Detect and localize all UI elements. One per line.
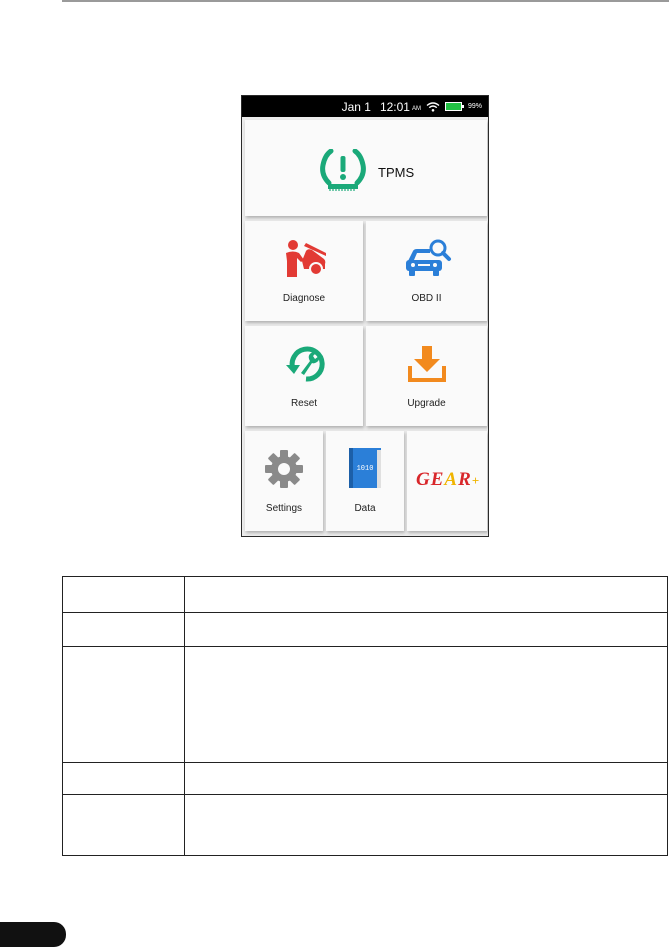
tire-pressure-warning-icon: [320, 149, 366, 191]
status-bar: Jan 1 12:01 AM 99%: [242, 96, 488, 117]
obd-label: OBD II: [411, 293, 442, 304]
table-cell: [62, 576, 185, 613]
table-cell: [184, 762, 668, 795]
settings-tile[interactable]: Settings: [245, 431, 323, 531]
table-cell: [184, 794, 668, 856]
table-row: [62, 646, 668, 763]
table-row: [62, 612, 668, 647]
reset-label: Reset: [290, 398, 318, 409]
gear-plus-tile[interactable]: GEAR+: [407, 431, 487, 531]
reset-tile[interactable]: Reset: [245, 326, 363, 426]
battery-icon: [444, 102, 464, 111]
upgrade-label: Upgrade: [407, 398, 446, 409]
reset-wrench-icon: [286, 346, 325, 382]
gear-plus-logo: GEAR+: [416, 469, 481, 490]
data-book-icon: 1010: [349, 448, 381, 488]
tpms-tile[interactable]: TPMS: [245, 120, 487, 216]
data-tile[interactable]: 1010 Data: [326, 431, 404, 531]
page-number-tab: [0, 922, 66, 947]
description-table: [62, 576, 668, 856]
settings-label: Settings: [265, 503, 303, 514]
top-rule: [62, 0, 669, 2]
table-cell: [62, 646, 185, 763]
diagnose-tile[interactable]: Diagnose: [245, 221, 363, 321]
upgrade-tile[interactable]: Upgrade: [366, 326, 487, 426]
status-time: 12:01: [379, 99, 410, 114]
tpms-label: TPMS: [378, 165, 415, 180]
table-row: [62, 794, 668, 856]
table-row: [62, 576, 668, 613]
wifi-icon: [426, 101, 440, 112]
table-cell: [62, 762, 185, 795]
car-search-icon: [406, 239, 451, 276]
table-cell: [184, 576, 668, 613]
table-cell: [184, 612, 668, 647]
status-date: Jan 1: [341, 99, 371, 114]
status-ampm: AM: [411, 105, 421, 112]
table-cell: [184, 646, 668, 763]
gear-icon: [265, 450, 303, 488]
data-label: Data: [354, 503, 376, 514]
table-cell: [62, 794, 185, 856]
device-screen: Jan 1 12:01 AM 99% TPMS Diagnose OBD II …: [241, 95, 489, 537]
mechanic-car-icon: [286, 240, 326, 277]
svg-text:1010: 1010: [357, 465, 374, 473]
download-icon: [408, 346, 446, 382]
obd-tile[interactable]: OBD II: [366, 221, 487, 321]
table-cell: [62, 612, 185, 647]
table-row: [62, 762, 668, 795]
diagnose-label: Diagnose: [282, 293, 326, 304]
battery-percent: 99%: [467, 103, 482, 110]
